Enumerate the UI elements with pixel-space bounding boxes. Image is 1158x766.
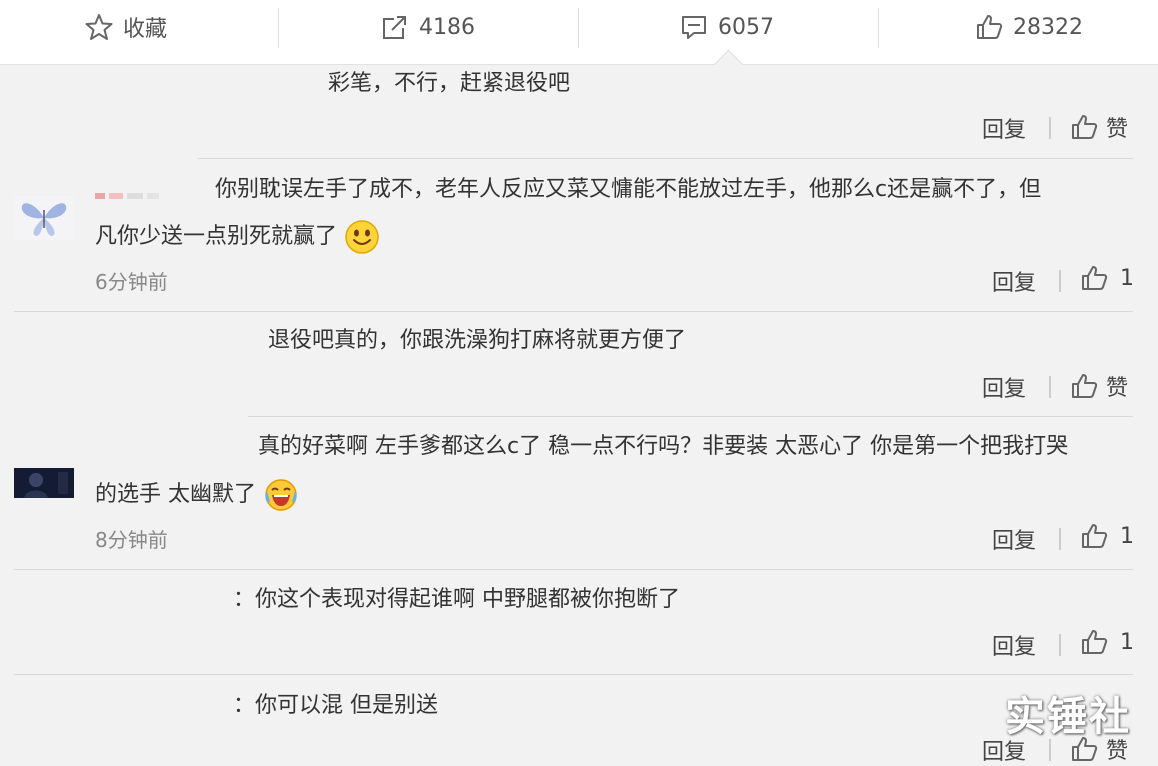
star-icon	[85, 14, 113, 40]
action-divider	[1049, 117, 1051, 139]
comment-tab[interactable]: 6057	[680, 0, 774, 54]
favorite-tab[interactable]: 收藏	[85, 0, 167, 54]
comment-text-continued: 凡你少送一点别死就赢了	[95, 224, 338, 249]
reply-label: 回复	[992, 635, 1037, 660]
comment-timestamp: 8分钟前	[95, 528, 168, 552]
reply-button[interactable]: 回复	[992, 629, 1036, 661]
like-button[interactable]: 1	[1080, 628, 1134, 656]
crying-laughing-emoji	[265, 479, 297, 511]
tab-divider	[878, 8, 879, 48]
like-tab[interactable]: 28322	[975, 0, 1083, 54]
comment-timestamp: 6分钟前	[95, 270, 168, 294]
repost-count: 4186	[419, 14, 475, 40]
action-divider	[1049, 739, 1051, 761]
comment-text-line2: 的选手 太幽默了	[95, 477, 299, 513]
divider	[14, 311, 1133, 312]
like-button[interactable]: 赞	[1070, 111, 1128, 143]
divider	[248, 416, 1133, 417]
tab-divider	[578, 8, 579, 48]
thumbs-up-icon	[1072, 115, 1098, 139]
reply-button[interactable]: 回复	[992, 523, 1036, 555]
like-count: 1	[1120, 629, 1134, 655]
action-divider	[1059, 270, 1061, 292]
divider	[14, 674, 1133, 675]
reply-label: 回复	[982, 377, 1027, 402]
thumbs-up-icon	[1082, 630, 1108, 654]
like-button[interactable]: 1	[1080, 264, 1134, 292]
comment-text: 你这个表现对得起谁啊 中野腿都被你抱断了	[255, 587, 681, 612]
reply-button[interactable]: 回复	[992, 265, 1036, 297]
comment-text: 你可以混 但是别送	[255, 693, 439, 718]
reply-button[interactable]: 回复	[982, 112, 1026, 144]
tab-divider	[278, 8, 279, 48]
comment-icon	[682, 16, 706, 39]
watermark: 实锤社	[1005, 694, 1131, 740]
comment-text: 退役吧真的，你跟洗澡狗打麻将就更方便了	[268, 328, 687, 353]
smile-emoji	[345, 220, 379, 254]
comment-line: ：你可以混 但是别送	[233, 690, 438, 722]
avatar	[14, 196, 74, 240]
post-action-bar: 收藏 4186 6057 28322	[0, 0, 1158, 65]
divider	[14, 569, 1133, 570]
reply-label: 回复	[992, 271, 1037, 296]
like-count: 1	[1120, 523, 1134, 549]
comment-text: 彩笔，不行，赶紧退役吧	[328, 71, 571, 96]
thumbs-up-icon	[977, 15, 1003, 39]
action-divider	[1059, 528, 1061, 550]
reply-label: 回复	[982, 118, 1027, 143]
action-divider	[1059, 634, 1061, 656]
comment-text-continued: 的选手 太幽默了	[95, 482, 256, 507]
comment-text-line2: 凡你少送一点别死就赢了	[95, 219, 380, 255]
username-redacted	[95, 184, 190, 199]
comment-text: 你别耽误左手了成不，老年人反应又菜又慵能不能放过左手，他那么c还是赢不了，但	[215, 177, 1042, 202]
comment-line: ：你这个表现对得起谁啊 中野腿都被你抱断了	[233, 584, 680, 616]
comment-text: 真的好菜啊 左手爹都这么c了 稳一点不行吗？非要装 太恶心了 你是第一个把我打哭	[258, 434, 1069, 459]
thumbs-up-icon	[1072, 374, 1098, 398]
action-divider	[1049, 376, 1051, 398]
like-button[interactable]: 1	[1080, 522, 1134, 550]
like-button[interactable]: 赞	[1070, 370, 1128, 402]
favorite-label: 收藏	[123, 17, 168, 42]
reply-button[interactable]: 回复	[982, 371, 1026, 403]
avatar	[14, 468, 74, 498]
thumbs-up-icon	[1082, 524, 1108, 548]
like-count: 1	[1120, 265, 1134, 291]
thumbs-up-icon	[1082, 266, 1108, 290]
reply-prefix: ：	[233, 693, 256, 718]
divider	[198, 158, 1133, 159]
reply-label: 回复	[992, 529, 1037, 554]
like-count: 28322	[1013, 14, 1083, 40]
like-label: 赞	[1106, 376, 1129, 401]
comment-count: 6057	[718, 14, 774, 40]
like-label: 赞	[1106, 117, 1129, 142]
share-icon	[383, 16, 406, 39]
reply-prefix: ：	[233, 587, 256, 612]
repost-tab[interactable]: 4186	[381, 0, 475, 54]
